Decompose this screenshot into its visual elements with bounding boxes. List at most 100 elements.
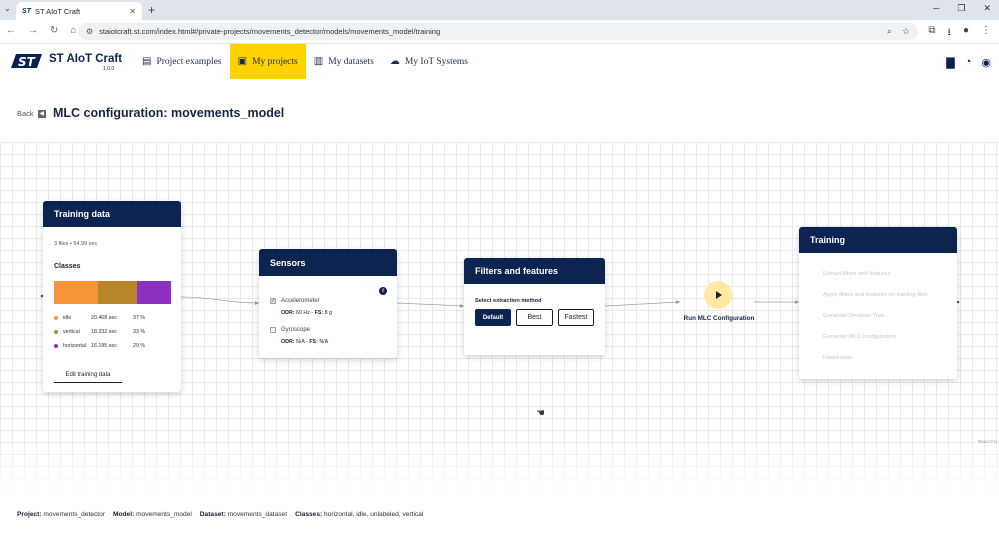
option-default-button[interactable]: Default [475,309,511,326]
extraction-method-label: Select extraction method [475,298,542,304]
accelerometer-checkbox[interactable]: ✓ [270,298,276,304]
browser-tab-bar: ⌄ ST ST AIoT Craft ✕ + ─ ❐ ✕ [0,0,999,20]
restore-icon[interactable]: ❐ [957,3,965,14]
training-title: Training [799,227,957,253]
home-icon[interactable]: ⌂ [70,25,76,36]
document-icon[interactable]: ▇ [946,56,954,69]
site-info-icon[interactable]: ⚙ [86,27,93,36]
profile-icon[interactable]: ● [963,25,969,42]
footer-label: Classes: [295,511,323,518]
sensor-gyroscope[interactable]: Gyroscope [270,327,310,333]
menu-icon[interactable]: ⋮ [981,25,991,42]
window-controls: ─ ❐ ✕ [933,3,991,14]
footer-classes: Classes: horizontal, idle, unlabeled, ve… [295,511,423,518]
training-card[interactable]: Training Extract filters and features Ap… [799,227,957,379]
option-fastest-button[interactable]: Fastest [558,309,594,326]
account-icon[interactable]: ◉ [981,56,991,69]
class-percent: 33 % [133,329,146,335]
info-icon[interactable]: i [379,287,387,295]
fs-label: FS: [314,310,324,316]
sensor-accelerometer[interactable]: ✓ Accelerometer [270,298,320,304]
class-name: idle [63,315,72,321]
class-name: horizontal [63,343,86,349]
main-nav: ▤ Project examples ▣ My projects ▥ My da… [134,44,476,81]
header-actions: ▇ ◔ ◉ [946,56,991,69]
sensor-name: Accelerometer [281,298,320,304]
run-mlc-label: Run MLC Configuration [683,315,755,322]
tab-list-icon[interactable]: ⌄ [4,4,11,13]
address-bar-row: ← → ↻ ⌂ ⚙ staiotcraft.st.com/index.html#… [0,20,999,44]
context-footer: Project: movements_detector Model: movem… [17,511,423,518]
play-icon [716,291,722,299]
folder-list-icon: ▤ [142,56,152,67]
edit-training-data-link[interactable]: Edit training data [54,372,122,383]
st-logo-icon[interactable]: ST [10,52,43,70]
minimize-icon[interactable]: ─ [933,3,939,14]
st-favicon-icon: ST [22,7,31,15]
training-step: Apply filters and features on training f… [823,292,928,298]
sensors-title: Sensors [259,249,397,276]
back-label: Back [17,109,34,118]
close-tab-icon[interactable]: ✕ [129,7,136,16]
bookmark-star-icon[interactable]: ☆ [902,26,910,37]
odr-label: ODR: [281,339,295,345]
training-step: Finalization [823,355,853,361]
url-text: staiotcraft.st.com/index.html#/private-p… [99,27,441,36]
class-name: vertical [63,329,80,335]
footer-dataset: Dataset: movements_dataset [200,511,287,518]
nav-project-examples[interactable]: ▤ Project examples [134,44,230,79]
footer-value: movements_dataset [227,511,288,518]
new-tab-icon[interactable]: + [148,3,155,17]
class-percent: 37 % [133,315,146,321]
option-best-button[interactable]: Best [516,309,553,326]
nav-label: My datasets [328,56,374,67]
accelerometer-spec: ODR: 60 Hz - FS: 8 g [281,310,332,316]
back-button[interactable]: Back ◀ [17,109,46,118]
hand-cursor-icon: ☚ [536,408,545,419]
page-title: MLC configuration: movements_model [53,106,285,120]
url-field[interactable]: ⚙ staiotcraft.st.com/index.html#/private… [78,23,918,40]
fs-value: 8 g [324,310,332,316]
extensions-icon[interactable]: ⧉ [928,25,935,42]
dataset-icon: ▥ [313,56,324,67]
zoom-icon[interactable]: ⌕ [887,26,892,37]
gyroscope-checkbox[interactable] [270,327,276,333]
odr-value: 60 Hz [296,310,310,316]
class-row-vertical: vertical 18.332 sec 33 % [54,329,174,335]
fs-value: N/A [319,339,329,345]
training-step: Generate MLC configuration [823,334,896,340]
class-bar-horizontal [136,281,171,304]
cloud-icon: ☁ [389,56,400,67]
nav-label: My IoT Systems [404,56,469,67]
forward-arrow-icon[interactable]: → [28,25,38,36]
training-data-card[interactable]: Training data 3 files • 54.99 sec Classe… [43,201,181,392]
close-window-icon[interactable]: ✕ [983,3,991,14]
dashboard-gauge-icon[interactable]: ◔ [965,56,972,69]
back-arrow-icon[interactable]: ← [6,25,16,36]
gyroscope-spec: ODR: N/A - FS: N/A [281,339,329,345]
footer-value: horizontal, idle, unlabeled, vertical [324,511,424,518]
nav-my-datasets[interactable]: ▥ My datasets [306,44,382,79]
brand-name: ST AIoT Craft [49,53,123,65]
class-row-idle: idle 20.468 sec 37 % [54,315,174,321]
download-icon[interactable]: ⭳ [947,25,951,42]
nav-label: Project examples [156,56,222,67]
brand-version: 1.0.0 [103,66,115,72]
nav-my-iot-systems[interactable]: ☁ My IoT Systems [382,44,476,79]
nav-my-projects[interactable]: ▣ My projects [229,44,306,79]
browser-tab[interactable]: ST ST AIoT Craft ✕ [16,2,142,20]
class-seconds: 20.468 sec [91,315,117,321]
sensor-name: Gyroscope [281,327,311,333]
class-row-horizontal: horizontal 16.195 sec 29 % [54,343,174,349]
app-header: ST ST AIoT Craft 1.0.0 ▤ Project example… [0,44,999,81]
odr-label: ODR: [281,310,295,316]
class-bar-vertical [97,281,137,304]
svg-text:ST: ST [18,55,36,69]
reload-icon[interactable]: ↻ [50,25,58,36]
footer-label: Project: [17,511,42,518]
run-mlc-button[interactable] [704,281,732,309]
training-step: Generate Decision Tree [823,313,885,319]
sensors-card[interactable]: Sensors i ✓ Accelerometer ODR: 60 Hz - F… [259,249,397,358]
class-distribution-bar [54,281,171,304]
filters-features-card[interactable]: Filters and features Select extraction m… [464,258,605,355]
